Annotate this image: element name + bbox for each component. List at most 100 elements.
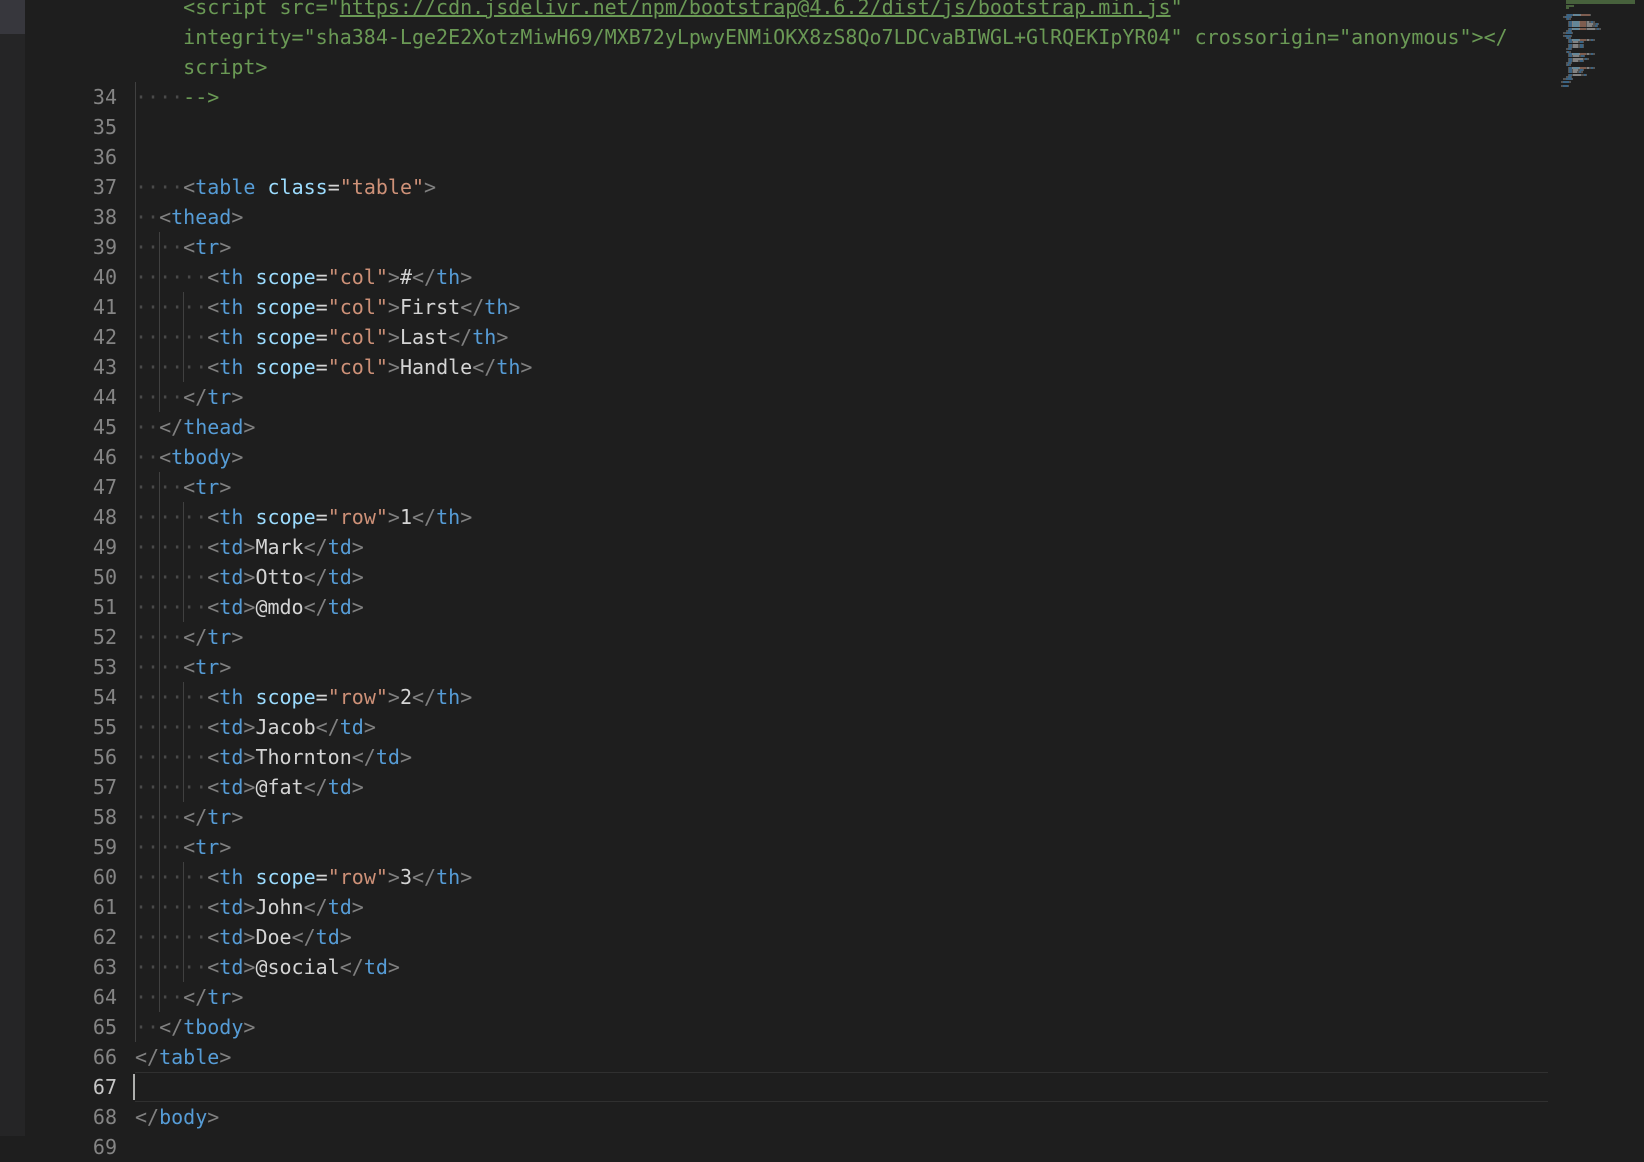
- code-token: >: [460, 505, 473, 529]
- code-line[interactable]: ····<tr>: [135, 652, 231, 682]
- code-line[interactable]: ······<td>John</td>: [135, 892, 364, 922]
- line-number: 46: [92, 445, 117, 469]
- code-line[interactable]: ······<td>Jacob</td>: [135, 712, 376, 742]
- code-token: <: [183, 655, 196, 679]
- minimap-line: [1587, 57, 1589, 60]
- indent-guide: [135, 982, 136, 1012]
- code-line[interactable]: ····<tr>: [135, 232, 231, 262]
- code-line[interactable]: ······<td>Doe</td>: [135, 922, 352, 952]
- code-token: Thornton: [255, 745, 352, 769]
- code-token: >: [231, 205, 244, 229]
- line-number: 58: [92, 805, 117, 829]
- code-token: </: [159, 415, 184, 439]
- code-line[interactable]: ····</tr>: [135, 622, 243, 652]
- code-line[interactable]: ··</tbody>: [135, 1012, 255, 1042]
- code-line[interactable]: ······<th scope="row">2</th>: [135, 682, 472, 712]
- code-line[interactable]: ······<th scope="col">First</th>: [135, 292, 520, 322]
- code-line[interactable]: ······<td>@social</td>: [135, 952, 400, 982]
- code-line[interactable]: ······<td>Thornton</td>: [135, 742, 412, 772]
- line-number: 53: [92, 655, 117, 679]
- code-token: @mdo: [255, 595, 304, 619]
- code-token: <: [183, 235, 196, 259]
- code-token: </: [159, 1015, 184, 1039]
- code-token: >: [387, 505, 400, 529]
- code-token: th: [472, 325, 497, 349]
- code-line[interactable]: ······<th scope="col">Handle</th>: [135, 352, 532, 382]
- code-token: tr: [207, 805, 232, 829]
- code-token: <: [207, 325, 220, 349]
- indent-guide: [135, 712, 136, 742]
- code-token: </: [412, 505, 437, 529]
- code-token: td: [219, 715, 244, 739]
- code-line[interactable]: ······<td>Mark</td>: [135, 532, 364, 562]
- code-line[interactable]: ····<tr>: [135, 832, 231, 862]
- minimap-line: [1565, 6, 1570, 9]
- code-line[interactable]: script>: [135, 52, 267, 82]
- indent-guide: [183, 712, 185, 742]
- line-number: 49: [92, 535, 117, 559]
- code-token: <: [207, 565, 220, 589]
- line-number-gutter[interactable]: 34 35 36 37 38 39 40 41 42 43 44 45 46 47 48 49 50 51 52 53…: [25, 0, 135, 1159]
- indent-guide: [183, 952, 185, 982]
- code-token: >: [243, 415, 256, 439]
- code-token: 2: [399, 685, 413, 709]
- indent-guide: [183, 352, 185, 382]
- code-line[interactable]: ······<th scope="row">3</th>: [135, 862, 472, 892]
- indent-whitespace: ······: [135, 295, 208, 319]
- code-editor[interactable]: <script src="https://cdn.jsdelivr.net/np…: [133, 0, 1555, 1136]
- code-line[interactable]: ····<tr>: [135, 472, 231, 502]
- code-token: th: [436, 265, 461, 289]
- code-line[interactable]: ··</thead>: [135, 412, 255, 442]
- code-line[interactable]: ····</tr>: [135, 802, 243, 832]
- code-line[interactable]: integrity="sha384-Lge2E2XotzMiwH69/MXB72…: [135, 22, 1508, 52]
- code-line[interactable]: ······<td>Otto</td>: [135, 562, 364, 592]
- minimap-line: [1570, 62, 1572, 65]
- code-line[interactable]: ······<th scope="col">Last</th>: [135, 322, 508, 352]
- code-line[interactable]: ····</tr>: [135, 982, 243, 1012]
- code-token: <: [207, 295, 220, 319]
- activity-bar: [0, 0, 25, 1136]
- line-number: 57: [92, 775, 117, 799]
- code-line[interactable]: </body>: [135, 1102, 219, 1132]
- minimap-line: [1569, 80, 1571, 83]
- line-number: 39: [92, 235, 117, 259]
- code-token: >: [231, 385, 244, 409]
- code-token: >: [387, 295, 400, 319]
- code-line[interactable]: ······<th scope="row">1</th>: [135, 502, 472, 532]
- indent-whitespace: ······: [135, 775, 208, 799]
- code-line[interactable]: ····<table class="table">: [135, 172, 436, 202]
- code-token: tbody: [171, 445, 232, 469]
- indent-guide: [159, 862, 161, 892]
- code-line[interactable]: ····</tr>: [135, 382, 243, 412]
- code-token: >: [243, 565, 256, 589]
- indent-guide: [135, 652, 136, 682]
- code-token: </: [303, 565, 328, 589]
- minimap-line: [1571, 32, 1573, 35]
- code-line[interactable]: </table>: [135, 1042, 231, 1072]
- minimap-line: [1582, 46, 1584, 48]
- code-line[interactable]: ····-->: [135, 82, 219, 112]
- code-line[interactable]: <script src="https://cdn.jsdelivr.net/np…: [135, 0, 1182, 22]
- code-token: th: [219, 355, 244, 379]
- indent-whitespace: ··: [135, 445, 160, 469]
- code-token: =: [315, 505, 328, 529]
- code-line[interactable]: ······<td>@fat</td>: [135, 772, 364, 802]
- indent-guide: [135, 772, 136, 802]
- indent-whitespace: ······: [135, 355, 208, 379]
- code-token: >: [387, 265, 400, 289]
- code-token: scope: [255, 865, 316, 889]
- minimap[interactable]: [1555, 0, 1644, 1136]
- code-token: =: [315, 355, 328, 379]
- activity-bar-selected-item[interactable]: [0, 0, 25, 34]
- code-token: td: [327, 535, 352, 559]
- indent-guide: [183, 562, 185, 592]
- code-token: td: [219, 955, 244, 979]
- code-line[interactable]: ······<td>@mdo</td>: [135, 592, 364, 622]
- line-number: 48: [92, 505, 117, 529]
- code-token: >: [508, 295, 521, 319]
- code-token: "row": [327, 865, 388, 889]
- code-line[interactable]: ··<thead>: [135, 202, 243, 232]
- code-line[interactable]: ··<tbody>: [135, 442, 243, 472]
- code-line[interactable]: ······<th scope="col">#</th>: [135, 262, 472, 292]
- code-token: td: [327, 895, 352, 919]
